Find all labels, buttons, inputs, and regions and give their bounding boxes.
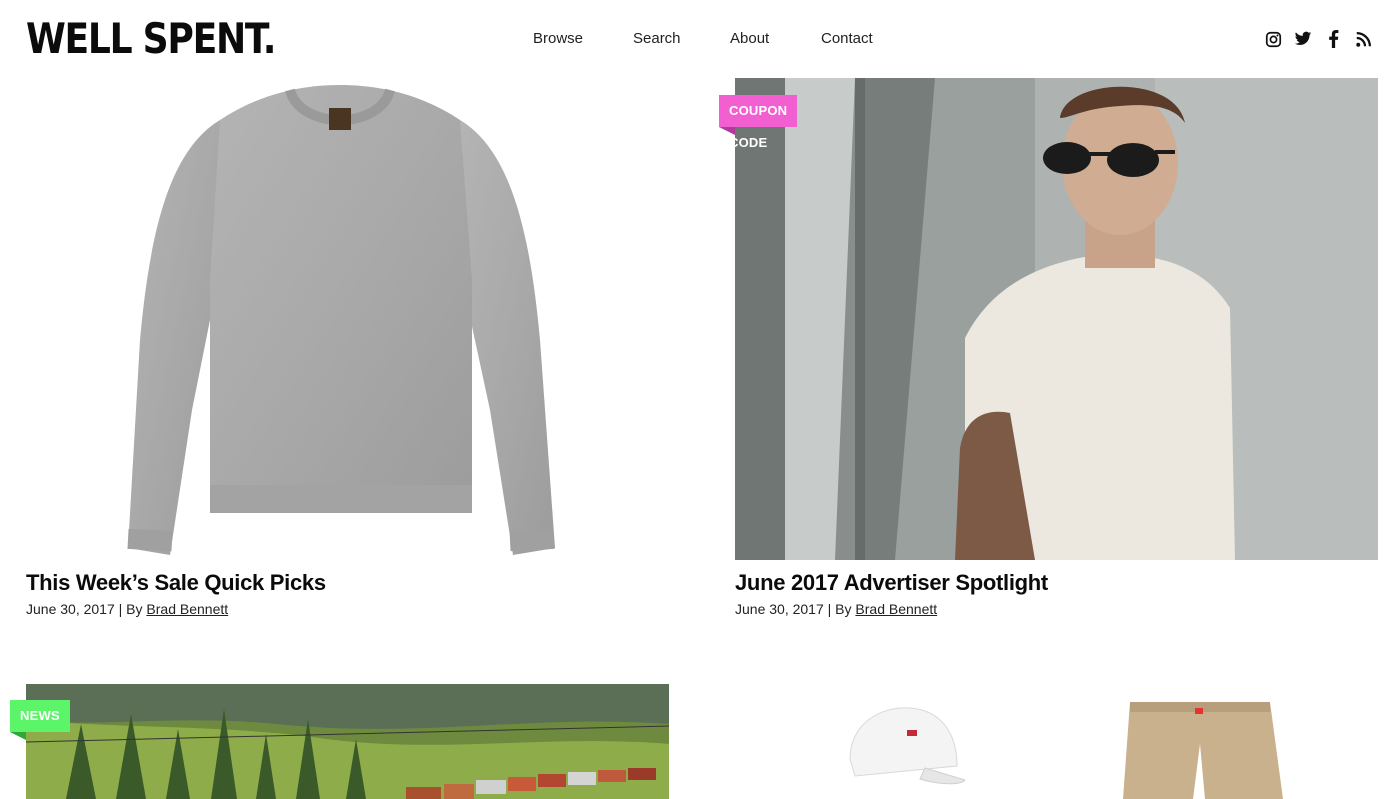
social-links [1264,30,1372,48]
tag-fold [10,732,26,740]
site-logo[interactable]: WELL SPENT. [26,14,276,64]
instagram-icon[interactable] [1264,30,1282,48]
post-meta: June 30, 2017 | By Brad Bennett [735,601,937,617]
twitter-icon[interactable] [1294,30,1312,48]
tag-label: NEWS [20,708,60,723]
nav-search[interactable]: Search [633,30,681,47]
post-image-sweatshirt[interactable] [100,80,580,560]
post-author-link[interactable]: Brad Bennett [855,601,937,617]
post-meta: June 30, 2017 | By Brad Bennett [26,601,228,617]
tag-news[interactable]: NEWS [10,700,70,740]
post-image-cap-pants[interactable] [735,684,1378,799]
rss-icon[interactable] [1354,30,1372,48]
post-title[interactable]: This Week’s Sale Quick Picks [26,570,326,596]
tag-coupon-code[interactable]: COUPON CODE [719,95,798,150]
post-title[interactable]: June 2017 Advertiser Spotlight [735,570,1048,596]
tag-fold [719,127,735,135]
nav-browse[interactable]: Browse [533,30,583,47]
facebook-icon[interactable] [1324,30,1342,48]
post-image-train[interactable] [26,684,669,799]
post-date: June 30, 2017 [26,601,115,617]
nav-contact[interactable]: Contact [821,30,873,47]
post-byline: | By [118,601,143,617]
post-date: June 30, 2017 [735,601,824,617]
post-byline: | By [827,601,852,617]
post-image-man-tshirt[interactable] [735,78,1378,560]
post-author-link[interactable]: Brad Bennett [146,601,228,617]
nav-about[interactable]: About [730,30,769,47]
